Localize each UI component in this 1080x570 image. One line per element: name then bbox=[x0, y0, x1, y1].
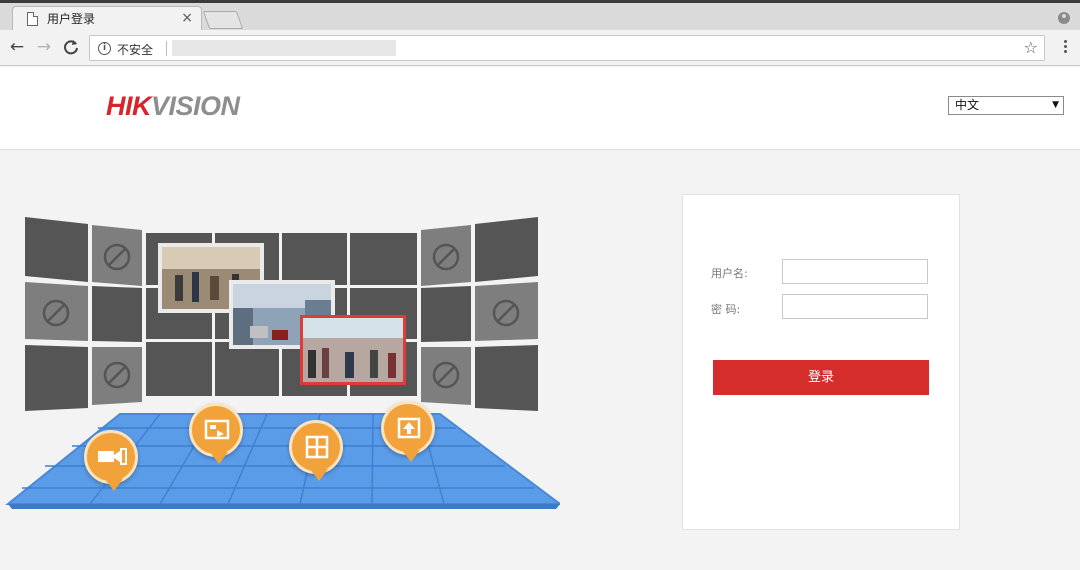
logo-part-grey: VISION bbox=[151, 91, 240, 121]
browser-toolbar: ← → i 不安全 ☆ bbox=[0, 30, 1080, 66]
camera-icon bbox=[97, 447, 127, 467]
tab-title: 用户登录 bbox=[47, 12, 96, 26]
password-label: 密 码: bbox=[711, 303, 741, 316]
language-select[interactable]: 中文 ▼ bbox=[948, 96, 1064, 115]
grid-layout-icon bbox=[304, 435, 330, 459]
language-selected-value: 中文 bbox=[955, 98, 980, 112]
username-input[interactable] bbox=[782, 259, 928, 284]
layout-pin bbox=[289, 420, 343, 481]
login-button[interactable]: 登录 bbox=[713, 360, 929, 395]
playback-pin bbox=[189, 403, 243, 464]
security-status[interactable]: 不安全 bbox=[117, 41, 153, 58]
new-tab-button[interactable] bbox=[202, 11, 244, 29]
video-playback-icon bbox=[204, 418, 230, 442]
upload-icon bbox=[396, 416, 422, 440]
browser-tab[interactable]: 用户登录 × bbox=[12, 6, 202, 33]
username-label: 用户名: bbox=[711, 267, 748, 280]
browser-window: 用户登录 × ← → i 不安全 ☆ HIKVISION 中文 ▼ 用户名: 密… bbox=[0, 0, 1080, 570]
info-icon[interactable]: i bbox=[98, 42, 111, 55]
upload-pin bbox=[381, 401, 435, 462]
close-tab-icon[interactable]: × bbox=[181, 9, 193, 27]
video-wall-graphic bbox=[5, 217, 560, 509]
tab-strip: 用户登录 × bbox=[0, 0, 1080, 33]
hikvision-logo: HIKVISION bbox=[106, 89, 240, 123]
login-panel: 用户名: 密 码: 登录 bbox=[682, 194, 960, 530]
dropdown-arrow-icon: ▼ bbox=[1052, 100, 1059, 110]
address-divider bbox=[166, 41, 167, 56]
browser-menu-icon[interactable] bbox=[1064, 38, 1068, 58]
forward-button[interactable]: → bbox=[33, 36, 55, 58]
address-bar[interactable]: i 不安全 ☆ bbox=[89, 35, 1045, 61]
url-text-redacted[interactable] bbox=[172, 40, 396, 56]
reload-icon bbox=[64, 40, 78, 55]
reload-button[interactable] bbox=[60, 36, 82, 58]
page-header: HIKVISION 中文 ▼ bbox=[0, 67, 1080, 150]
camera-pin bbox=[84, 430, 138, 491]
logo-part-red: HIK bbox=[106, 91, 152, 121]
bookmark-star-icon[interactable]: ☆ bbox=[1024, 38, 1038, 57]
profile-icon[interactable] bbox=[1058, 12, 1070, 24]
password-input[interactable] bbox=[782, 294, 928, 319]
document-icon bbox=[27, 12, 38, 26]
back-button[interactable]: ← bbox=[6, 36, 28, 58]
